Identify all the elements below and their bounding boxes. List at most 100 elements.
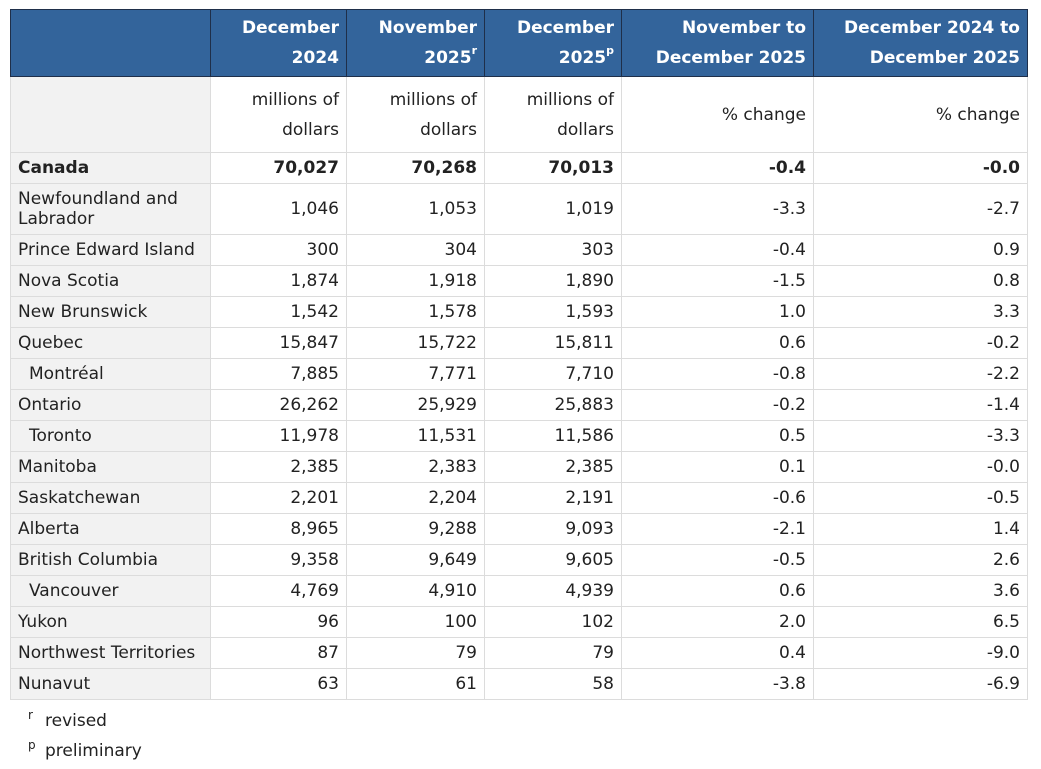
row-value: 26,262 <box>210 389 347 421</box>
units-cell: % change <box>621 76 814 153</box>
row-value: 9,358 <box>210 544 347 576</box>
row-value: 9,093 <box>484 513 622 545</box>
row-value: 8,965 <box>210 513 347 545</box>
row-value: 2,385 <box>210 451 347 483</box>
header-dec-2025: December 2025p <box>484 9 622 77</box>
row-value: 61 <box>346 668 485 700</box>
row-label: Northwest Territories <box>10 637 211 669</box>
row-label: Nova Scotia <box>10 265 211 297</box>
row-value: -2.1 <box>621 513 814 545</box>
table-row: Manitoba 2,385 2,383 2,385 0.1 -0.0 <box>10 451 1028 483</box>
row-value: 1.0 <box>621 296 814 328</box>
row-label: New Brunswick <box>10 296 211 328</box>
row-value: -3.3 <box>813 420 1028 452</box>
row-value: 1,890 <box>484 265 622 297</box>
row-value: 4,939 <box>484 575 622 607</box>
row-label: Manitoba <box>10 451 211 483</box>
row-value: 4,910 <box>346 575 485 607</box>
row-value: 3.3 <box>813 296 1028 328</box>
preliminary-marker: p <box>606 44 614 58</box>
row-value: -0.0 <box>813 451 1028 483</box>
row-value: 9,288 <box>346 513 485 545</box>
row-label: Toronto <box>10 420 211 452</box>
row-value: 100 <box>346 606 485 638</box>
row-value: 3.6 <box>813 575 1028 607</box>
row-label: British Columbia <box>10 544 211 576</box>
row-value: 6.5 <box>813 606 1028 638</box>
table-row: Ontario 26,262 25,929 25,883 -0.2 -1.4 <box>10 389 1028 421</box>
row-value: 11,978 <box>210 420 347 452</box>
row-value: 70,027 <box>210 152 347 184</box>
row-label: Ontario <box>10 389 211 421</box>
row-value: 2,201 <box>210 482 347 514</box>
row-value: -0.2 <box>621 389 814 421</box>
table-row: Yukon 96 100 102 2.0 6.5 <box>10 606 1028 638</box>
row-value: 1,542 <box>210 296 347 328</box>
row-label: Saskatchewan <box>10 482 211 514</box>
row-value: 0.6 <box>621 327 814 359</box>
row-value: 304 <box>346 234 485 266</box>
data-table: December 2024 November 2025r December 20… <box>10 9 1028 700</box>
row-value: 0.5 <box>621 420 814 452</box>
row-value: 2,191 <box>484 482 622 514</box>
table-row: New Brunswick 1,542 1,578 1,593 1.0 3.3 <box>10 296 1028 328</box>
row-value: 1.4 <box>813 513 1028 545</box>
row-value: -2.7 <box>813 183 1028 235</box>
row-value: -0.5 <box>813 482 1028 514</box>
row-value: -1.4 <box>813 389 1028 421</box>
table-row: Quebec 15,847 15,722 15,811 0.6 -0.2 <box>10 327 1028 359</box>
row-value: -0.4 <box>621 152 814 184</box>
row-value: -0.4 <box>621 234 814 266</box>
row-value: 7,710 <box>484 358 622 390</box>
footnote-symbol: p <box>28 738 36 752</box>
row-value: 11,586 <box>484 420 622 452</box>
header-dec-2024: December 2024 <box>210 9 347 77</box>
header-line: November to <box>681 18 806 38</box>
row-value: 1,046 <box>210 183 347 235</box>
row-value: 9,649 <box>346 544 485 576</box>
row-value: -0.6 <box>621 482 814 514</box>
units-row: millions of dollars millions of dollars mi… <box>10 76 1028 153</box>
header-monthly-change: November to December 2025 <box>621 9 814 77</box>
row-value: 58 <box>484 668 622 700</box>
row-value: 25,929 <box>346 389 485 421</box>
row-value: 1,053 <box>346 183 485 235</box>
row-label: Newfoundland and Labrador <box>10 183 211 235</box>
row-value: 1,874 <box>210 265 347 297</box>
table-row: Nunavut 63 61 58 -3.8 -6.9 <box>10 668 1028 700</box>
row-value: 0.6 <box>621 575 814 607</box>
table-row: Toronto 11,978 11,531 11,586 0.5 -3.3 <box>10 420 1028 452</box>
row-value: 2,383 <box>346 451 485 483</box>
table-row: Prince Edward Island 300 304 303 -0.4 0.9 <box>10 234 1028 266</box>
row-value: 2.6 <box>813 544 1028 576</box>
header-row: December 2024 November 2025r December 20… <box>10 9 1028 77</box>
row-value: 0.4 <box>621 637 814 669</box>
row-value: 0.9 <box>813 234 1028 266</box>
row-value: -0.2 <box>813 327 1028 359</box>
row-value: 300 <box>210 234 347 266</box>
row-value: 4,769 <box>210 575 347 607</box>
row-label: Nunavut <box>10 668 211 700</box>
row-value: 15,847 <box>210 327 347 359</box>
table-row: Montréal 7,885 7,771 7,710 -0.8 -2.2 <box>10 358 1028 390</box>
row-value: 2,204 <box>346 482 485 514</box>
header-line: 2025r <box>424 44 477 68</box>
row-label: Montréal <box>10 358 211 390</box>
row-value: 9,605 <box>484 544 622 576</box>
units-cell: millions of dollars <box>484 76 622 153</box>
row-value: 11,531 <box>346 420 485 452</box>
row-value: 70,013 <box>484 152 622 184</box>
row-value: -0.0 <box>813 152 1028 184</box>
row-value: -6.9 <box>813 668 1028 700</box>
header-geography <box>10 9 211 77</box>
table-row: British Columbia 9,358 9,649 9,605 -0.5 2.6 <box>10 544 1028 576</box>
row-value: 2,385 <box>484 451 622 483</box>
row-value: -0.8 <box>621 358 814 390</box>
units-cell: millions of dollars <box>210 76 347 153</box>
table-row: Nova Scotia 1,874 1,918 1,890 -1.5 0.8 <box>10 265 1028 297</box>
data-table-container: December 2024 November 2025r December 20… <box>10 9 1028 700</box>
row-value: 87 <box>210 637 347 669</box>
header-line: December <box>516 18 614 38</box>
header-line: December 2025 <box>655 48 806 68</box>
table-row: Alberta 8,965 9,288 9,093 -2.1 1.4 <box>10 513 1028 545</box>
